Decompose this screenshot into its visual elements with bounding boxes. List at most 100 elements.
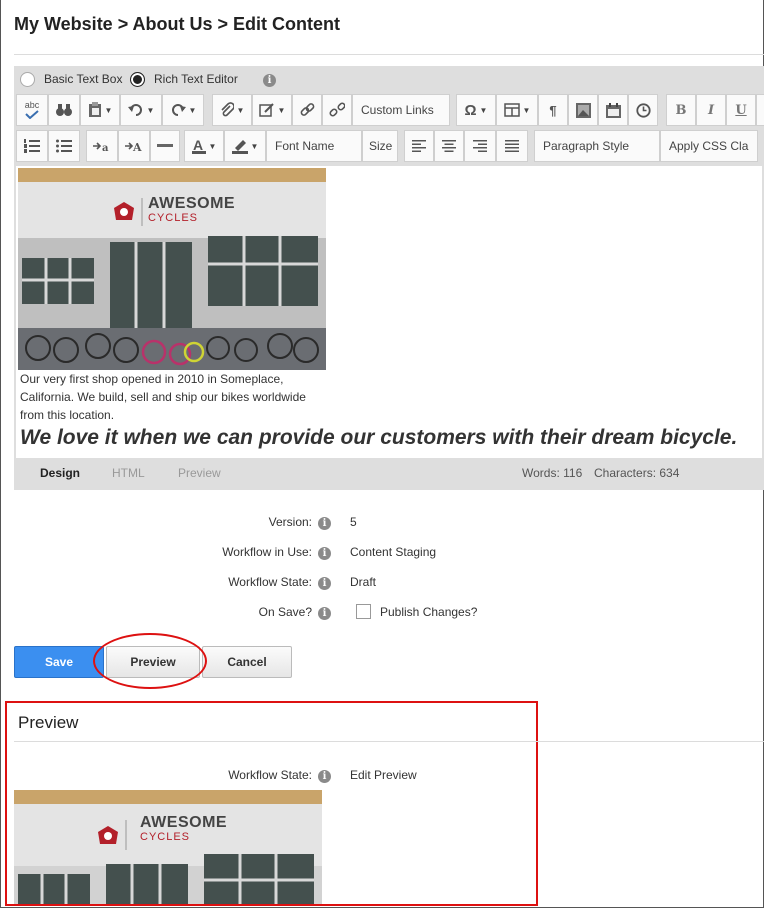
font-size-dropdown[interactable]: Size	[362, 130, 398, 162]
subscript-button[interactable]: A	[118, 130, 150, 162]
workflow-state-info-icon[interactable]: i	[318, 577, 331, 590]
justify-icon	[505, 140, 519, 152]
binoculars-icon	[56, 104, 72, 116]
spellcheck-text: abc	[24, 100, 40, 110]
bold-icon: B	[675, 102, 687, 118]
svg-text:A: A	[193, 138, 203, 153]
calendar-icon	[605, 102, 621, 118]
apply-css-class-dropdown[interactable]: Apply CSS Cla	[660, 130, 758, 162]
redo-icon	[171, 104, 186, 116]
workflow-state-value: Draft	[350, 575, 377, 589]
horizontal-rule-icon	[157, 144, 173, 147]
on-save-info-icon[interactable]: i	[318, 607, 331, 620]
highlighter-icon	[231, 140, 248, 154]
paragraph-style-label: Paragraph Style	[543, 139, 630, 153]
tab-preview[interactable]: Preview	[178, 466, 221, 480]
rich-text-editor: Basic Text Box Rich Text Editor i abc ▼ …	[14, 66, 764, 490]
rich-text-editor-radio[interactable]	[130, 72, 145, 87]
edit-icon	[258, 103, 274, 117]
show-formatting-button[interactable]: ¶	[538, 94, 568, 126]
font-name-dropdown[interactable]: Font Name	[266, 130, 362, 162]
bullet-list-button[interactable]	[48, 130, 80, 162]
tab-design[interactable]: Design	[40, 466, 80, 480]
tab-html[interactable]: HTML	[112, 466, 145, 480]
basic-text-box-label: Basic Text Box	[44, 72, 123, 86]
content-paragraph: Our very first shop opened in 2010 in So…	[20, 372, 306, 422]
preview-workflow-state-info-icon[interactable]: i	[318, 770, 331, 783]
numbered-list-icon	[24, 139, 40, 153]
publish-changes-checkbox[interactable]	[356, 604, 371, 619]
preview-logo-text-cycles: CYCLES	[140, 831, 191, 843]
align-right-button[interactable]	[464, 130, 496, 162]
clipboard-icon	[88, 102, 101, 117]
align-center-button[interactable]	[434, 130, 464, 162]
preview-workflow-state-value: Edit Preview	[350, 768, 417, 782]
special-characters-button[interactable]: Ω ▼	[456, 94, 496, 126]
remove-link-button[interactable]	[322, 94, 352, 126]
insert-time-button[interactable]	[628, 94, 658, 126]
word-count: Words: 116	[522, 466, 583, 480]
table-button[interactable]: ▼	[496, 94, 538, 126]
italic-button[interactable]: I	[696, 94, 726, 126]
rich-text-editor-label: Rich Text Editor	[154, 72, 238, 86]
toolbar-row-1: abc ▼ ▼ ▼ ▼ ▼ Custom Links Ω ▼ ▼ ¶ B I U	[16, 94, 764, 126]
character-count: Characters: 634	[594, 466, 680, 480]
align-center-icon	[442, 140, 456, 152]
find-replace-button[interactable]	[48, 94, 80, 126]
cancel-button[interactable]: Cancel	[202, 646, 292, 678]
logo-text-cycles: CYCLES	[148, 212, 199, 224]
align-right-icon	[473, 140, 487, 152]
workflow-info-icon[interactable]: i	[318, 547, 331, 560]
justify-button[interactable]	[496, 130, 528, 162]
edit-button[interactable]: ▼	[252, 94, 292, 126]
preview-logo-text-awesome: AWESOME	[140, 814, 228, 831]
insert-link-button[interactable]	[292, 94, 322, 126]
align-left-button[interactable]	[404, 130, 434, 162]
editor-content-area[interactable]: AWESOME CYCLES Our very first shop opene…	[16, 166, 762, 458]
numbered-list-button[interactable]	[16, 130, 48, 162]
redo-button[interactable]: ▼	[162, 94, 204, 126]
workflow-label: Workflow in Use:	[222, 545, 312, 559]
font-color-button[interactable]: A ▼	[184, 130, 224, 162]
underline-button[interactable]: U	[726, 94, 756, 126]
check-icon	[25, 110, 39, 119]
font-name-label: Font Name	[275, 139, 335, 153]
table-icon	[503, 103, 520, 117]
custom-links-dropdown[interactable]: Custom Links	[352, 94, 450, 126]
attach-button[interactable]: ▼	[212, 94, 252, 126]
paragraph-style-dropdown[interactable]: Paragraph Style	[534, 130, 660, 162]
info-icon[interactable]: i	[263, 74, 276, 87]
insert-image-button[interactable]	[568, 94, 598, 126]
storefront-image[interactable]: AWESOME CYCLES	[18, 168, 326, 370]
version-label: Version:	[268, 515, 312, 529]
basic-text-box-radio[interactable]	[20, 72, 35, 87]
preview-highlight-oval	[93, 633, 207, 689]
version-info-icon[interactable]: i	[318, 517, 331, 530]
image-icon	[575, 102, 591, 118]
horizontal-rule-button[interactable]	[150, 130, 180, 162]
subscript-icon: A	[125, 141, 142, 153]
preview-divider	[14, 741, 764, 742]
bold-button[interactable]: B	[666, 94, 696, 126]
font-size-label: Size	[369, 139, 393, 153]
insert-date-button[interactable]	[598, 94, 628, 126]
paste-button[interactable]: ▼	[80, 94, 120, 126]
undo-button[interactable]: ▼	[120, 94, 162, 126]
align-left-icon	[412, 140, 426, 152]
editor-tabs-bar: Design HTML Preview Words: 116 Character…	[14, 458, 764, 490]
highlight-color-button[interactable]: ▼	[224, 130, 266, 162]
version-value: 5	[350, 515, 357, 529]
editor-mode-bar: Basic Text Box Rich Text Editor i	[14, 66, 764, 94]
pilcrow-icon: ¶	[549, 102, 557, 118]
preview-workflow-state-label: Workflow State:	[228, 768, 312, 782]
save-button[interactable]: Save	[14, 646, 104, 678]
preview-section-title: Preview	[18, 713, 79, 732]
superscript-icon: a	[93, 142, 109, 153]
spellcheck-button[interactable]: abc	[16, 94, 48, 126]
logo-text-awesome: AWESOME	[148, 195, 236, 212]
clock-icon	[635, 102, 651, 118]
workflow-state-label: Workflow State:	[228, 575, 312, 589]
publish-changes-label: Publish Changes?	[380, 605, 478, 619]
superscript-button[interactable]: a	[86, 130, 118, 162]
italic-icon: I	[707, 102, 715, 118]
